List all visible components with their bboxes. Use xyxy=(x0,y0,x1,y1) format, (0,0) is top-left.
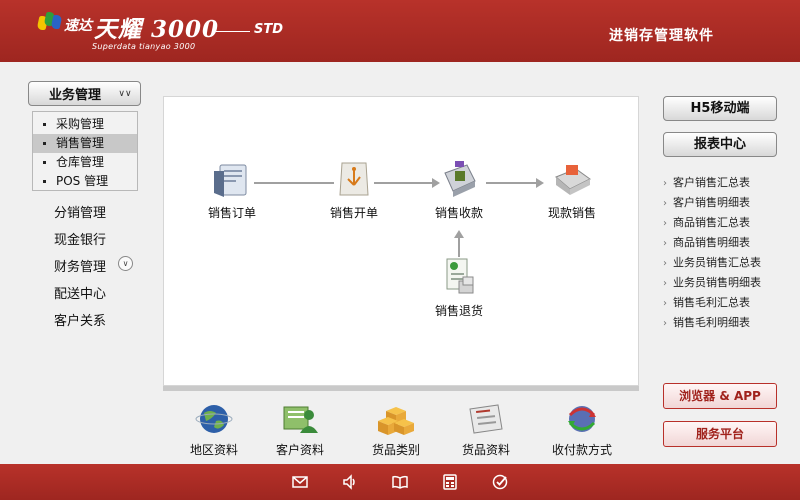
flow-node-sales-order[interactable]: 销售订单 xyxy=(192,159,272,221)
arrow-up-icon xyxy=(454,230,464,238)
business-management-button[interactable]: 业务管理 ∨∨ xyxy=(28,81,141,106)
report-link-customer-sales-detail[interactable]: › 客户销售明细表 xyxy=(663,194,750,210)
report-link-label: 业务员销售明细表 xyxy=(673,276,761,289)
product-card-icon xyxy=(469,404,503,434)
calculator-icon[interactable] xyxy=(441,473,459,491)
logo-small-text: 速达 xyxy=(64,18,92,34)
logo-subtitle: Superdata tianyao 3000 xyxy=(92,42,196,51)
mail-icon[interactable] xyxy=(291,473,309,491)
chevron-down-circle-icon[interactable]: ∨ xyxy=(118,256,133,271)
report-center-button[interactable]: 报表中心 xyxy=(663,132,777,157)
book-icon[interactable] xyxy=(391,473,409,491)
business-management-label: 业务管理 xyxy=(49,88,102,103)
submenu-item-label: POS 管理 xyxy=(56,174,109,188)
logo: 速达 天耀 3000 STD Superdata tianyao 3000 xyxy=(36,8,298,54)
h5-mobile-button[interactable]: H5移动端 xyxy=(663,96,777,121)
speaker-icon[interactable] xyxy=(341,473,359,491)
chevron-double-down-icon: ∨∨ xyxy=(118,89,132,99)
chevron-right-icon: › xyxy=(663,198,667,209)
usb-box-icon xyxy=(339,162,369,196)
report-link-label: 商品销售明细表 xyxy=(673,236,750,249)
submenu-item-label: 销售管理 xyxy=(56,136,105,150)
flow-node-label: 销售退货 xyxy=(434,304,483,318)
logo-big-text: 天耀 3000 xyxy=(94,16,220,43)
flow-node-sales-invoice[interactable]: 销售开单 xyxy=(314,159,394,221)
flow-node-label: 销售收款 xyxy=(434,206,483,220)
sidebar-item-crm[interactable]: 客户关系 xyxy=(54,310,106,329)
report-link-gross-profit-detail[interactable]: › 销售毛利明细表 xyxy=(663,314,750,330)
bullet-icon xyxy=(43,180,46,183)
shortcut-region[interactable]: 地区资料 xyxy=(174,401,254,458)
report-link-label: 业务员销售汇总表 xyxy=(673,256,761,269)
report-link-salesperson-summary[interactable]: › 业务员销售汇总表 xyxy=(663,254,761,270)
shortcut-label: 收付款方式 xyxy=(551,443,612,457)
cash-register-icon xyxy=(555,165,591,195)
footer-bar xyxy=(0,464,800,500)
sidebar-item-cash-bank[interactable]: 现金银行 xyxy=(54,229,106,248)
check-icon[interactable] xyxy=(491,473,509,491)
header-bar: 速达 天耀 3000 STD Superdata tianyao 3000 进销… xyxy=(0,0,800,62)
product-title: 进销存管理软件 xyxy=(609,28,714,44)
logo-flag-icon xyxy=(36,10,64,32)
bullet-icon xyxy=(43,123,46,126)
submenu-item-purchase[interactable]: 采购管理 xyxy=(33,115,137,134)
chevron-right-icon: › xyxy=(663,318,667,329)
chevron-right-icon: › xyxy=(663,258,667,269)
submenu-item-warehouse[interactable]: 仓库管理 xyxy=(33,153,137,172)
printer-receipt-icon xyxy=(444,161,476,197)
report-link-label: 商品销售汇总表 xyxy=(673,216,750,229)
sales-flow-panel: 销售订单 销售开单 销售收款 现款销售 销售退货 xyxy=(163,96,639,386)
panel-divider xyxy=(163,386,639,391)
bullet-icon xyxy=(43,142,46,145)
business-submenu: 采购管理 销售管理 仓库管理 POS 管理 xyxy=(32,111,138,191)
logo-edition: STD xyxy=(254,22,284,37)
chevron-right-icon: › xyxy=(663,178,667,189)
chevron-right-icon: › xyxy=(663,278,667,289)
report-link-label: 销售毛利明细表 xyxy=(673,316,750,329)
sidebar-item-delivery[interactable]: 配送中心 xyxy=(54,283,106,302)
flow-node-label: 销售订单 xyxy=(207,206,256,220)
report-link-label: 销售毛利汇总表 xyxy=(673,296,750,309)
shortcut-label: 货品资料 xyxy=(461,443,510,457)
report-link-customer-sales-summary[interactable]: › 客户销售汇总表 xyxy=(663,174,750,190)
shortcut-category[interactable]: 货品类别 xyxy=(356,401,436,458)
bullet-icon xyxy=(43,161,46,164)
submenu-item-label: 采购管理 xyxy=(56,117,105,131)
flow-node-sales-receipt[interactable]: 销售收款 xyxy=(419,159,499,221)
shortcut-customer[interactable]: 客户资料 xyxy=(260,401,340,458)
shortcut-payment-method[interactable]: 收付款方式 xyxy=(542,401,622,458)
customer-card-icon xyxy=(283,406,318,433)
submenu-item-sales[interactable]: 销售管理 xyxy=(33,134,137,153)
sidebar-item-distribution[interactable]: 分销管理 xyxy=(54,202,106,221)
report-link-label: 客户销售明细表 xyxy=(673,196,750,209)
folder-document-icon xyxy=(214,164,247,197)
browser-app-button[interactable]: 浏览器 & APP xyxy=(663,383,777,409)
boxes-icon xyxy=(378,407,414,435)
report-link-salesperson-detail[interactable]: › 业务员销售明细表 xyxy=(663,274,761,290)
shortcut-label: 地区资料 xyxy=(189,443,238,457)
chevron-right-icon: › xyxy=(663,218,667,229)
report-link-label: 客户销售汇总表 xyxy=(673,176,750,189)
flow-node-cash-sale[interactable]: 现款销售 xyxy=(532,159,612,221)
flow-connector xyxy=(458,237,460,257)
submenu-item-label: 仓库管理 xyxy=(56,155,105,169)
report-link-product-sales-summary[interactable]: › 商品销售汇总表 xyxy=(663,214,750,230)
globe-icon xyxy=(195,405,233,433)
flow-node-sales-return[interactable]: 销售退货 xyxy=(419,257,499,319)
payment-icon xyxy=(568,406,596,432)
sidebar-item-finance[interactable]: 财务管理 xyxy=(54,256,106,275)
chevron-right-icon: › xyxy=(663,238,667,249)
report-link-gross-profit-summary[interactable]: › 销售毛利汇总表 xyxy=(663,294,750,310)
logo-divider xyxy=(216,31,250,32)
shortcut-label: 客户资料 xyxy=(275,443,324,457)
report-link-product-sales-detail[interactable]: › 商品销售明细表 xyxy=(663,234,750,250)
flow-node-label: 销售开单 xyxy=(329,206,378,220)
flow-node-label: 现款销售 xyxy=(547,206,596,220)
submenu-item-pos[interactable]: POS 管理 xyxy=(33,172,137,191)
chevron-right-icon: › xyxy=(663,298,667,309)
shortcut-product[interactable]: 货品资料 xyxy=(446,401,526,458)
return-document-icon xyxy=(446,258,474,294)
service-platform-button[interactable]: 服务平台 xyxy=(663,421,777,447)
shortcut-label: 货品类别 xyxy=(371,443,420,457)
